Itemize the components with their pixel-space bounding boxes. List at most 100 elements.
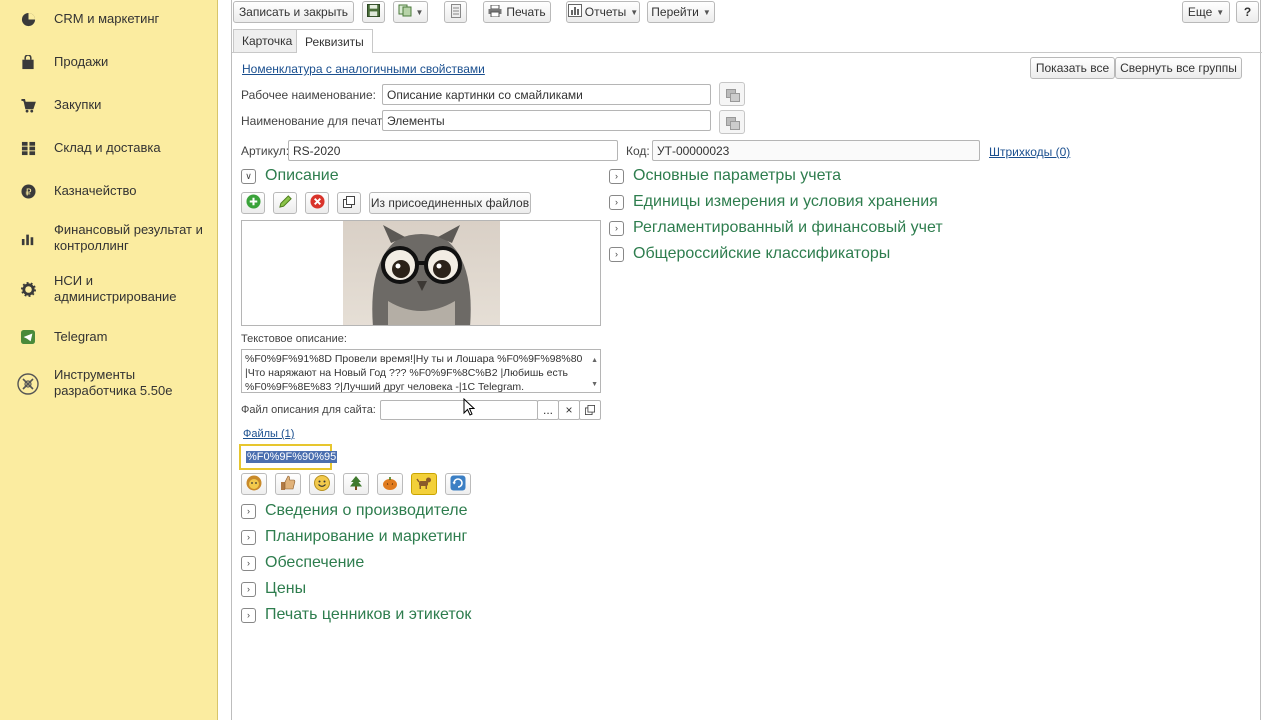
sidebar-item-sales[interactable]: Продажи [0,53,218,71]
chevron-down-icon: ▼ [415,7,424,17]
work-name-lang-button[interactable] [719,82,745,106]
open-image-button[interactable] [337,192,361,214]
text-description-input[interactable]: %F0%9F%91%8D Провели время!|Ну ты и Лоша… [241,349,601,393]
print-name-lang-button[interactable] [719,110,745,134]
scroll-up-icon[interactable]: ▲ [591,354,598,368]
tab-requisites[interactable]: Реквизиты [296,29,373,53]
section-classifiers[interactable]: › Общероссийские классификаторы [609,245,890,263]
chevron-down-icon: ▼ [1216,7,1225,17]
section-title: Планирование и маркетинг [265,528,468,545]
add-image-button[interactable] [241,192,265,214]
close-icon: × [565,403,573,417]
image-frame[interactable] [241,220,601,326]
section-title: Основные параметры учета [633,167,842,184]
sidebar-item-purchases[interactable]: Закупки [0,96,218,114]
shopping-bag-icon [20,54,36,70]
sidebar-item-label: Telegram [54,329,108,344]
create-based-on-button[interactable]: ▼ [393,1,428,23]
section-title: Печать ценников и этикеток [265,606,472,623]
section-description[interactable]: ∨ Описание [241,167,339,185]
work-name-input[interactable]: Описание картинки со смайликами [382,84,711,105]
pencil-icon [278,194,293,212]
reports-button[interactable]: Отчеты ▼ [566,1,640,23]
emoji-dog-button[interactable] [411,473,437,495]
copy-docs-icon [398,4,412,20]
document-list-icon [450,3,461,21]
similar-properties-link[interactable]: Номенклатура с аналогичными свойствами [242,62,485,76]
chevron-right-icon: › [241,503,256,519]
scroll-down-icon[interactable]: ▼ [591,378,598,392]
section-regulated-accounting[interactable]: › Регламентированный и финансовый учет [609,219,943,237]
chevron-right-icon: › [241,529,256,545]
copy-icon [585,404,595,418]
chevron-right-icon: › [609,246,624,262]
sidebar-item-devtools[interactable]: Инструменты разработчика 5.50е [0,367,218,401]
save-button[interactable] [362,1,385,23]
edit-image-button[interactable] [273,192,297,214]
dog-icon [416,475,432,494]
selected-file-frame[interactable]: %F0%9F%90%95 [239,444,338,470]
article-input[interactable]: RS-2020 [288,140,618,161]
text-description-value: %F0%9F%91%8D Провели время!|Ну ты и Лоша… [245,353,583,393]
chevron-right-icon: › [609,168,624,184]
smile-face-icon [314,474,330,494]
sidebar-item-label: Склад и доставка [54,140,161,155]
structure-button[interactable] [444,1,467,23]
sidebar-item-telegram[interactable]: Telegram [0,328,218,346]
code-input[interactable]: УТ-00000023 [652,140,980,161]
files-link[interactable]: Файлы (1) [243,428,294,440]
emoji-tree-button[interactable] [343,473,369,495]
save-close-button[interactable]: Записать и закрыть [233,1,354,23]
sidebar-item-label: Финансовый результат и контроллинг [54,222,203,253]
tab-card[interactable]: Карточка [233,29,302,52]
sidebar-item-label: CRM и маркетинг [54,11,160,26]
help-button[interactable]: ? [1236,1,1259,23]
show-all-button[interactable]: Показать все [1030,57,1115,79]
sidebar-item-label: НСИ и администрирование [54,273,177,304]
delete-icon [309,194,325,212]
emoji-pumpkin-button[interactable] [377,473,403,495]
emoji-refresh-button[interactable] [445,473,471,495]
print-button[interactable]: Печать [483,1,551,23]
print-name-input[interactable]: Элементы [382,110,711,131]
delete-image-button[interactable] [305,192,329,214]
sidebar-item-warehouse[interactable]: Склад и доставка [0,139,218,157]
section-accounting-params[interactable]: › Основные параметры учета [609,167,841,185]
telegram-icon [20,329,36,345]
site-file-label: Файл описания для сайта: [241,404,376,416]
cart-icon [20,97,36,113]
code-label: Код: [626,144,650,158]
text-description-label: Текстовое описание: [241,333,347,345]
site-file-open-button[interactable] [579,400,601,420]
main-form: Записать и закрыть ▼ Печать Отчеты ▼ Пер… [231,0,1262,720]
section-planning[interactable]: › Планирование и маркетинг [241,528,467,546]
sidebar-item-treasury[interactable]: ₽ Казначейство [0,182,218,200]
barcodes-link[interactable]: Штрихкоды (0) [989,145,1070,159]
more-button[interactable]: Еще ▼ [1182,1,1230,23]
site-file-clear-button[interactable]: × [558,400,580,420]
thumbs-up-icon [280,475,296,494]
section-prices[interactable]: › Цены [241,580,306,598]
chevron-right-icon: › [241,607,256,623]
sidebar-item-nsi[interactable]: НСИ и администрирование [0,273,218,307]
sidebar-item-label: Инструменты разработчика 5.50е [54,367,173,398]
more-label: Еще [1187,5,1213,19]
section-supply[interactable]: › Обеспечение [241,554,364,572]
work-name-label: Рабочее наименование: [241,88,376,102]
from-attached-files-button[interactable]: Из присоединенных файлов [369,192,531,214]
emoji-smile-button[interactable] [309,473,335,495]
emoji-lion-button[interactable] [241,473,267,495]
site-file-select-button[interactable]: ... [537,400,559,420]
sidebar-item-finance[interactable]: Финансовый результат и контроллинг [0,222,218,256]
site-file-input[interactable] [380,400,538,420]
section-price-tags[interactable]: › Печать ценников и этикеток [241,606,471,624]
goto-button[interactable]: Перейти ▼ [647,1,715,23]
print-label: Печать [506,5,546,19]
sidebar-item-crm[interactable]: CRM и маркетинг [0,10,218,28]
emoji-thumbs-button[interactable] [275,473,301,495]
sidebar-item-label: Казначейство [54,183,137,198]
section-title: Сведения о производителе [265,502,468,519]
collapse-all-button[interactable]: Свернуть все группы [1115,57,1242,79]
section-units-storage[interactable]: › Единицы измерения и условия хранения [609,193,938,211]
section-manufacturer[interactable]: › Сведения о производителе [241,502,468,520]
